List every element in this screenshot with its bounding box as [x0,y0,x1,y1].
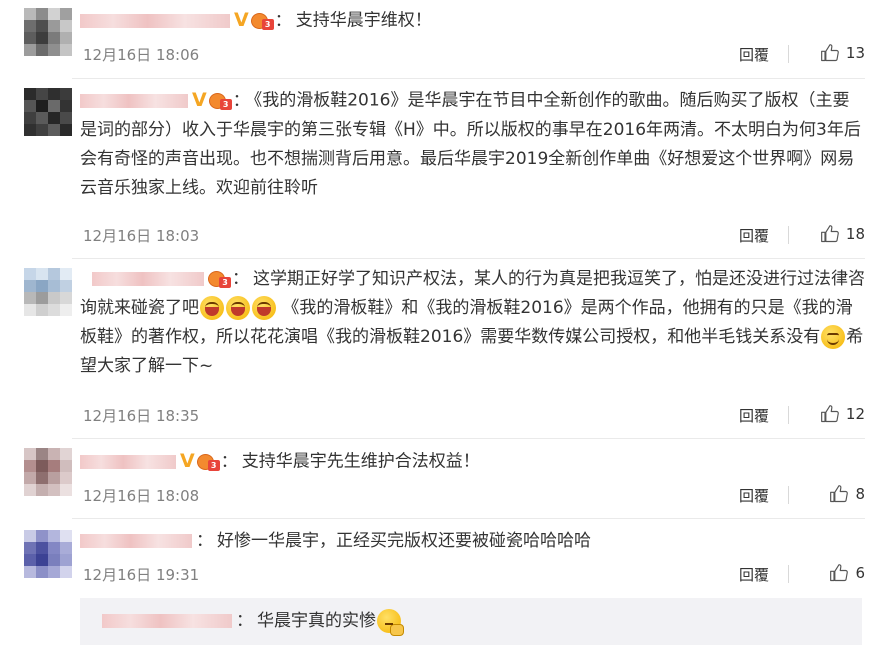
fan-badge-icon: 3 [208,269,232,289]
username-blurred[interactable] [102,614,232,628]
colon: ： [236,611,253,631]
avatar[interactable] [24,530,72,578]
thinking-emoji-icon [377,609,404,636]
divider [788,226,789,244]
comment-meta: 12月16日 18:08 回覆 8 [80,485,865,505]
comment-text: 支持华晨宇维权！ [295,10,432,31]
comment-meta: 12月16日 19:31 回覆 6 [80,564,865,584]
like-count: 13 [845,44,865,62]
verified-v-icon: V [192,89,207,111]
like-count: 18 [845,225,865,243]
timestamp: 12月16日 18:08 [83,487,200,505]
like-count: 12 [845,405,865,423]
divider [72,78,865,79]
comment-meta: 12月16日 18:35 回覆 12 [80,405,865,425]
colon: ： [274,10,292,31]
divider [788,486,789,504]
like-button[interactable]: 13 [795,42,865,64]
comment-text-line: V 3：《我的滑板鞋2016》是华晨宇在节目中全新创作的歌曲。随后购买了版权（主要… [80,86,865,203]
sub-reply-text-line: ：华晨宇真的实惨 [102,607,404,636]
username-blurred[interactable] [80,454,176,469]
comment-text-line: V 3：支持华晨宇先生维护合法权益！ [80,447,865,477]
timestamp: 12月16日 18:06 [83,46,200,64]
divider [72,518,865,519]
verified-v-icon: V [180,450,195,472]
timestamp: 12月16日 18:03 [83,227,200,245]
laugh-emoji-icon [200,296,224,320]
fan-badge-icon: 3 [208,91,233,111]
comment-meta: 12月16日 18:06 回覆 13 [80,44,865,64]
colon: ： [232,90,250,111]
divider [72,438,865,439]
comment-text: 好惨一华晨宇，正经买完版权还要被碰瓷哈哈哈哈 [217,531,591,551]
sub-reply-text: 华晨宇真的实惨 [257,611,376,631]
reply-button[interactable]: 回覆 [739,44,769,65]
laugh-emoji-icon [252,296,276,320]
reply-button[interactable]: 回覆 [739,405,769,426]
timestamp: 12月16日 18:35 [83,407,200,425]
like-button[interactable]: 8 [795,483,865,505]
like-count: 8 [855,485,865,503]
thumbs-up-icon [830,485,849,503]
avatar[interactable] [24,88,72,136]
thumbs-up-icon [830,564,849,582]
like-button[interactable]: 12 [795,403,865,425]
colon: ： [220,451,238,472]
username-blurred[interactable] [92,272,204,286]
fan-badge-icon: 3 [196,452,221,472]
colon: ： [196,531,213,551]
username-blurred[interactable] [80,534,192,548]
avatar[interactable] [24,8,72,56]
sub-reply: ：华晨宇真的实惨 [80,598,862,645]
username-blurred[interactable] [80,13,230,28]
verified-v-icon: V [234,9,249,31]
comment-text-line: 3：这学期正好学了知识产权法，某人的行为真是把我逗笑了，怕是还没进行过法律咨询就… [80,265,865,381]
avatar[interactable] [24,448,72,496]
like-count: 6 [855,564,865,582]
username-blurred[interactable] [80,93,188,108]
timestamp: 12月16日 19:31 [83,566,200,584]
comment-text: 支持华晨宇先生维护合法权益！ [241,451,480,472]
smile-emoji-icon [821,325,846,349]
laugh-emoji-icon [226,296,250,320]
avatar[interactable] [24,268,72,316]
divider [788,565,789,583]
divider [72,258,865,259]
divider [788,406,789,424]
comment-text-line: ：好惨一华晨宇，正经买完版权还要被碰瓷哈哈哈哈 [80,527,865,556]
reply-button[interactable]: 回覆 [739,564,769,585]
colon: ： [232,269,249,289]
divider [788,45,789,63]
thumbs-up-icon [820,225,839,243]
like-button[interactable]: 6 [795,562,865,584]
comment-meta: 12月16日 18:03 回覆 18 [80,225,865,245]
fan-badge-icon: 3 [250,11,275,31]
thumbs-up-icon [820,44,839,62]
thumbs-up-icon [820,405,839,423]
comment-text-line: V 3：支持华晨宇维权！ [80,6,865,36]
like-button[interactable]: 18 [795,223,865,245]
reply-button[interactable]: 回覆 [739,225,769,246]
reply-button[interactable]: 回覆 [739,485,769,506]
